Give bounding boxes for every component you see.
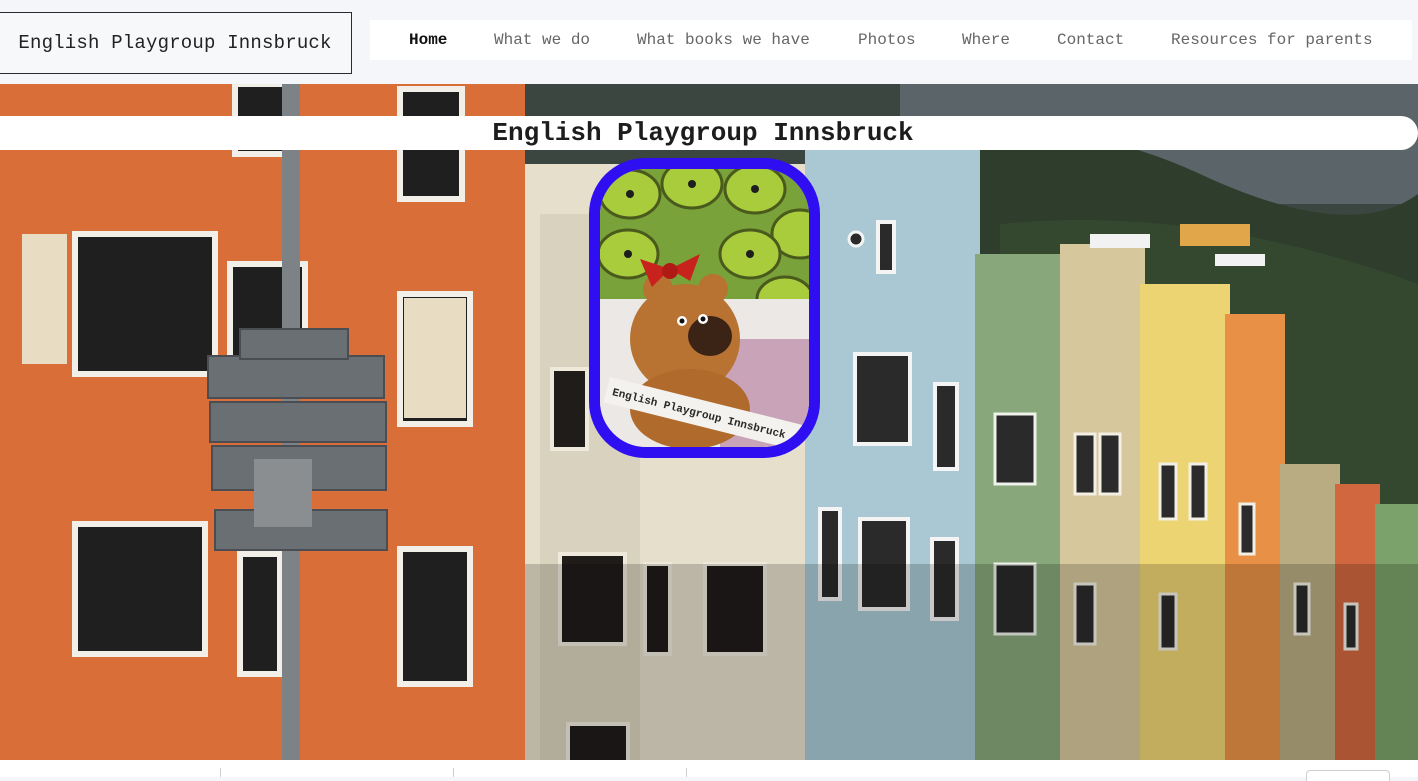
main-navigation: Home What we do What books we have Photo… bbox=[370, 20, 1412, 60]
nav-item-resources-for-parents[interactable]: Resources for parents bbox=[1171, 31, 1373, 49]
nav-item-home[interactable]: Home bbox=[409, 31, 447, 49]
site-logo-text: English Playgroup Innsbruck bbox=[18, 32, 332, 54]
nav-item-where[interactable]: Where bbox=[962, 31, 1010, 49]
teddy-photo: English Playgroup Innsbruck bbox=[600, 169, 809, 447]
hero-title: English Playgroup Innsbruck bbox=[492, 118, 914, 148]
section-divider bbox=[453, 768, 454, 777]
nav-item-contact[interactable]: Contact bbox=[1057, 31, 1124, 49]
chat-widget-tab[interactable] bbox=[1306, 770, 1390, 781]
site-logo-link[interactable]: English Playgroup Innsbruck bbox=[0, 12, 352, 74]
next-section-strip bbox=[0, 760, 1418, 781]
teddy-photo-frame: English Playgroup Innsbruck bbox=[589, 158, 820, 458]
nav-item-what-we-do[interactable]: What we do bbox=[494, 31, 590, 49]
hero-title-bar: English Playgroup Innsbruck bbox=[0, 116, 1418, 150]
section-divider bbox=[686, 768, 687, 777]
nav-item-what-books-we-have[interactable]: What books we have bbox=[637, 31, 810, 49]
section-divider bbox=[220, 768, 221, 777]
teddy-bear-image: English Playgroup Innsbruck bbox=[600, 169, 809, 447]
nav-item-photos[interactable]: Photos bbox=[858, 31, 916, 49]
